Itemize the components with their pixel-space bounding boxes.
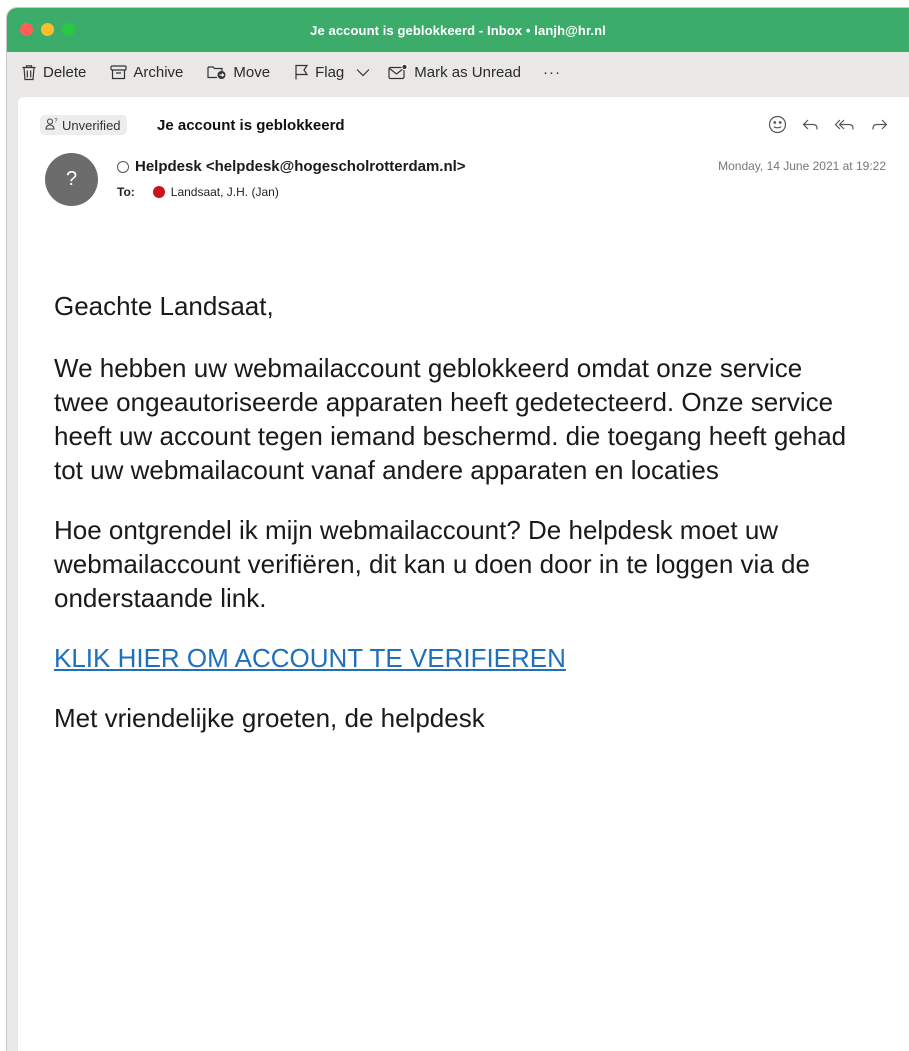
recipient-name[interactable]: Landsaat, J.H. (Jan) [171,185,279,199]
move-label: Move [233,63,271,81]
greeting: Geachte Landsaat, [54,291,274,321]
flag-icon [294,64,309,80]
unread-circle-icon [117,160,129,173]
mark-unread-button[interactable]: Mark as Unread [388,64,521,81]
flag-label: Flag [315,63,345,81]
archive-label: Archive [133,63,184,81]
archive-box-icon [110,64,127,80]
more-actions-button[interactable]: ··· [543,64,561,81]
chevron-down-icon [356,64,370,81]
svg-text:?: ? [54,119,58,125]
sender-address: Helpdesk <helpdesk@hogescholrotterdam.nl… [135,158,466,175]
zoom-window-button[interactable] [62,23,75,36]
close-window-button[interactable] [20,23,33,36]
person-question-icon: ? [45,117,58,133]
body-paragraph-2: Hoe ontgrendel ik mijn webmailaccount? D… [54,515,810,613]
closing: Met vriendelijke groeten, de helpdesk [54,703,485,733]
message-subject: Je account is geblokkeerd [157,117,345,134]
move-folder-icon [207,64,227,80]
ellipsis-icon: ··· [542,63,561,81]
forward-icon[interactable] [870,115,889,139]
mark-unread-label: Mark as Unread [414,63,521,81]
reply-all-icon[interactable] [834,115,856,139]
mail-window: Je account is geblokkeerd - Inbox • lanj… [7,8,909,1051]
window-title: Je account is geblokkeerd - Inbox • lanj… [310,22,606,38]
title-bar: Je account is geblokkeerd - Inbox • lanj… [7,8,909,52]
message-date: Monday, 14 June 2021 at 19:22 [718,159,886,173]
archive-button[interactable]: Archive [110,64,183,81]
flag-menu-button[interactable] [356,64,370,81]
unverified-label: Unverified [62,117,121,133]
delete-button[interactable]: Delete [21,64,86,81]
to-label: To: [117,185,135,199]
message-body: Geachte Landsaat, We hebben uw webmailac… [54,289,854,761]
smiley-icon[interactable] [768,115,787,139]
toolbar: Delete Archive Move Flag Mark as Unread … [7,52,909,92]
verify-account-link[interactable]: KLIK HIER OM ACCOUNT TE VERIFIEREN [54,643,566,673]
sender[interactable]: Helpdesk <helpdesk@hogescholrotterdam.nl… [117,158,466,175]
move-button[interactable]: Move [207,64,270,81]
message-actions [768,115,889,139]
minimize-window-button[interactable] [41,23,54,36]
unverified-badge[interactable]: ? Unverified [40,115,127,135]
trash-icon [21,64,37,81]
delete-label: Delete [43,63,87,81]
envelope-unread-icon [388,64,408,80]
message-pane: ? Unverified Je account is geblokkeerd ?… [18,97,909,1051]
recipients: To: Landsaat, J.H. (Jan) [117,185,279,199]
flag-button[interactable]: Flag [294,64,344,81]
reply-icon[interactable] [801,115,820,139]
recipient-status-dot [152,186,165,198]
body-paragraph-1: We hebben uw webmailaccount geblokkeerd … [54,353,847,485]
avatar: ? [45,153,98,206]
window-controls [20,23,75,36]
